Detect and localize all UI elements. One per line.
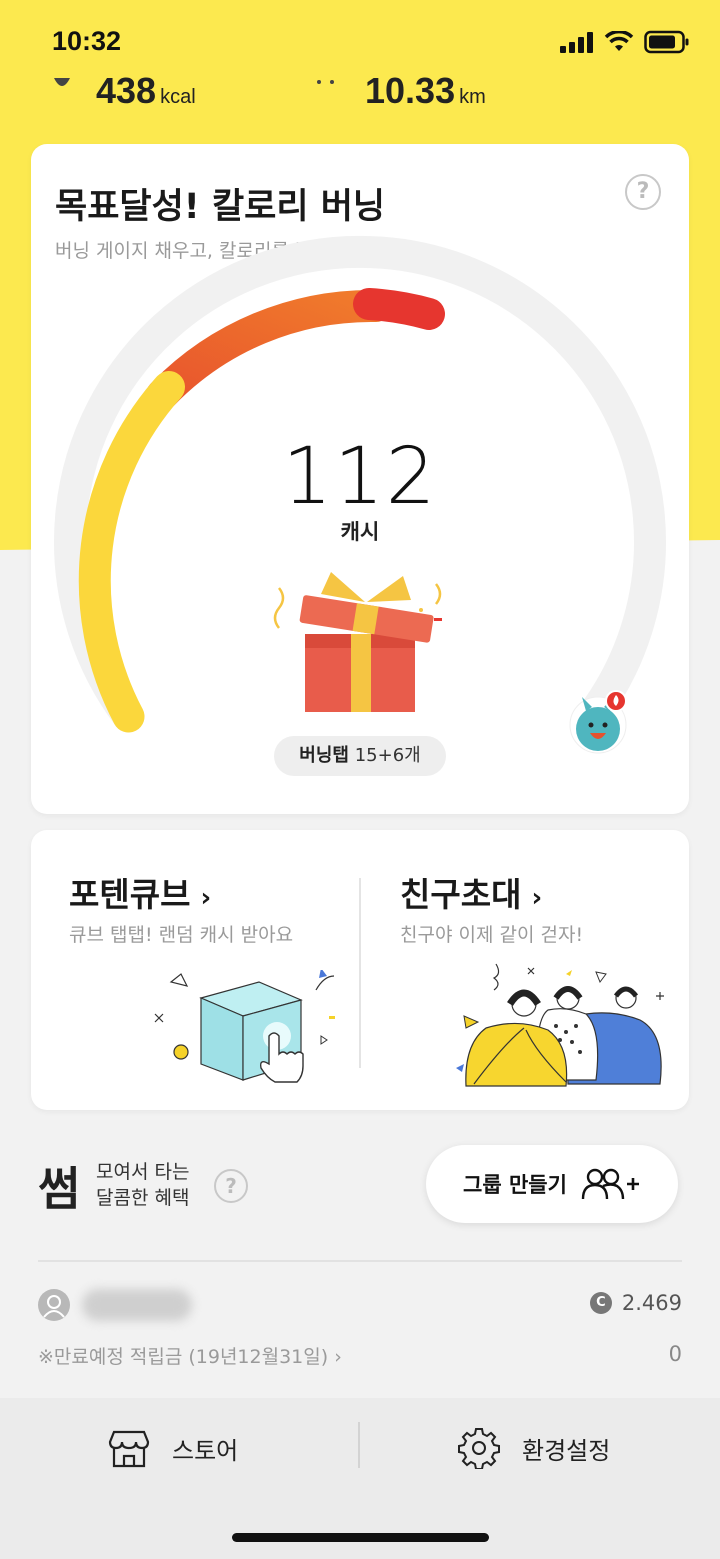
status-time: 10:32 [52,26,122,56]
mascot-icon [569,690,627,754]
distance-value: 10.33 [365,70,456,108]
chevron-right-icon: › [531,883,543,913]
expire-label: ※만료예정 적립금 (19년12월31일) › [38,1346,342,1368]
burning-tap-badge: 버닝탭 15+6개 [274,736,446,776]
chevron-right-icon: › [200,883,212,913]
gauge-fill-red [353,288,445,330]
home-indicator[interactable] [232,1533,489,1542]
calories-value: 438 [96,70,157,108]
avatar [38,1289,70,1321]
store-icon [108,1430,150,1468]
battery-icon [644,30,689,54]
ssum-help-button[interactable]: ? [214,1169,248,1203]
footsteps-icon [317,80,334,84]
signal-icon [560,32,593,53]
ssum-line1: 모여서 타는 [96,1161,190,1183]
feature-card: 포텐큐브 › 큐브 탭탭! 랜덤 캐시 받아요 친구초대 › 친구야 이제 같이 걷… [31,830,689,1110]
expiring-points-row[interactable]: ※만료예정 적립금 (19년12월31일) › 0 [38,1342,682,1374]
balance-value: 2.469 [621,1291,682,1315]
separator-line [38,1260,682,1262]
burning-card[interactable]: 목표달성! 칼로리 버닝 버닝 게이지 채우고, 칼로리를 날려보세요 ? 11… [31,144,689,814]
ssum-line2: 달콤한 혜택 [96,1187,190,1209]
gift-box-icon[interactable] [271,564,451,724]
distance-unit: km [459,86,486,108]
flame-icon [54,78,70,86]
cube-tap-icon [154,970,335,1083]
user-balance-row[interactable]: C 2.469 [38,1285,682,1325]
coin-icon: C [589,1292,612,1314]
cash-value: 112 [282,432,438,522]
add-group-icon [581,1168,639,1200]
wifi-icon [604,31,634,51]
user-icon [43,1295,65,1318]
gear-icon [458,1428,500,1469]
friends-illustration [456,963,664,1087]
potencube-title: 포텐큐브 › [69,875,212,914]
invite-title: 친구초대 › [400,875,543,914]
settings-label: 환경설정 [522,1436,611,1465]
ssum-description: 모여서 타는 달콤한 혜택 [96,1159,189,1211]
settings-button[interactable]: 환경설정 [458,1420,610,1476]
cash-unit: 캐시 [340,520,380,544]
potencube-section[interactable]: 포텐큐브 › 큐브 탭탭! 랜덤 캐시 받아요 [31,830,360,1110]
stats-row: 438 kcal 10.33 km [0,68,720,108]
invite-section[interactable]: 친구초대 › 친구야 이제 같이 걷자! [360,830,689,1110]
expire-value: 0 [668,1342,682,1366]
invite-subtitle: 친구야 이제 같이 걷자! [400,924,584,946]
ssum-row: 썸 모여서 타는 달콤한 혜택 ? 그룹 만들기 [38,1145,682,1229]
burning-tap-label: 버닝탭 [299,745,349,766]
store-label: 스토어 [172,1436,239,1465]
cash-balance: C 2.469 [589,1291,682,1315]
create-group-button[interactable]: 그룹 만들기 [426,1145,678,1223]
calories-stat: 438 kcal [96,70,196,108]
burning-tap-count: 15+6개 [354,745,421,766]
distance-stat: 10.33 km [365,70,486,108]
username-blurred [82,1289,192,1321]
create-group-label: 그룹 만들기 [463,1173,567,1197]
potencube-subtitle: 큐브 탭탭! 랜덤 캐시 받아요 [69,924,294,946]
store-button[interactable]: 스토어 [108,1420,238,1476]
bottom-divider [358,1422,360,1468]
ssum-logo: 썸 [38,1162,81,1216]
calories-unit: kcal [160,86,196,108]
